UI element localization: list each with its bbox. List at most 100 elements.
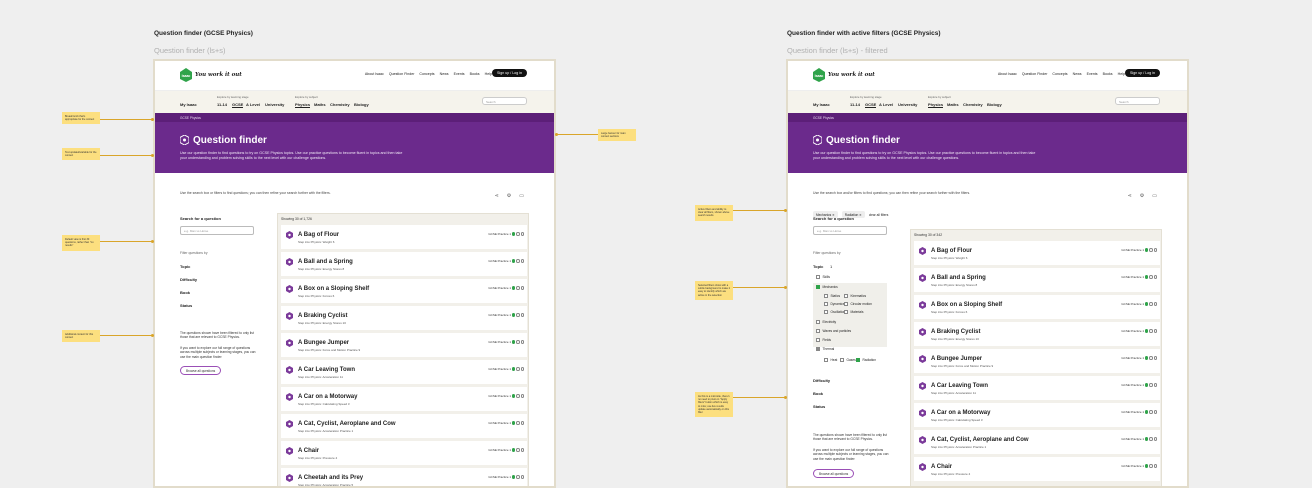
topic-option[interactable]: Materials: [844, 310, 863, 314]
clear-filters-link[interactable]: clear all filters: [869, 211, 889, 218]
question-title[interactable]: A Box on a Sloping Shelf: [931, 302, 1002, 308]
checkbox[interactable]: [844, 310, 848, 314]
question-card[interactable]: A Bungee Jumper Step into Physics: Force …: [281, 333, 527, 357]
nav-question-finder[interactable]: Question Finder: [389, 72, 415, 76]
nav-books[interactable]: Books: [470, 72, 480, 76]
question-card[interactable]: A Ball and a Spring Step into Physics: En…: [914, 268, 1160, 292]
breadcrumb[interactable]: GCSE Physics: [180, 116, 201, 120]
filter-book[interactable]: Book: [180, 290, 190, 295]
filter-status[interactable]: Status: [180, 303, 192, 308]
question-card[interactable]: A Bag of Flour Step into Physics: Weight …: [281, 225, 527, 249]
question-title[interactable]: A Cheetah and its Prey: [298, 475, 363, 481]
nav-events[interactable]: Events: [1087, 72, 1098, 76]
question-card[interactable]: A Bag of Flour Step into Physics: Weight …: [914, 241, 1160, 265]
breadcrumb[interactable]: GCSE Physics: [813, 116, 834, 120]
topic-option[interactable]: Kinematics: [844, 294, 866, 298]
share-icon[interactable]: ⋖: [1128, 193, 1132, 199]
checkbox[interactable]: [816, 329, 820, 333]
question-title[interactable]: A Braking Cyclist: [298, 313, 347, 319]
question-card[interactable]: A Car on a Motorway Step into Physics: Ca…: [914, 403, 1160, 427]
topic-option[interactable]: Statics: [824, 294, 840, 298]
checkbox[interactable]: [816, 347, 820, 351]
subject-biology[interactable]: Biology: [354, 102, 369, 107]
sign-in-button[interactable]: Sign up / Log in: [1125, 69, 1160, 77]
question-title[interactable]: A Cat, Cyclist, Aeroplane and Cow: [298, 421, 396, 427]
topic-option[interactable]: Thermal: [816, 347, 834, 351]
topic-option[interactable]: Gases: [840, 358, 856, 362]
question-card[interactable]: A Cat, Cyclist, Aeroplane and Cow Step in…: [914, 430, 1160, 454]
checkbox[interactable]: [824, 294, 828, 298]
question-title[interactable]: A Braking Cyclist: [931, 329, 980, 335]
question-card[interactable]: A Box on a Sloping Shelf Step into Physic…: [281, 279, 527, 303]
topic-option[interactable]: Radiation: [856, 358, 876, 362]
checkbox[interactable]: [816, 275, 820, 279]
browse-all-button[interactable]: Browse all questions: [813, 469, 855, 478]
filter-topic[interactable]: Topic: [813, 264, 823, 269]
question-title[interactable]: A Chair: [298, 448, 319, 454]
stage-university[interactable]: University: [898, 102, 917, 107]
question-card[interactable]: A Ball and a Spring Step into Physics: En…: [281, 252, 527, 276]
checkbox[interactable]: [844, 294, 848, 298]
stage-a-level[interactable]: A Level: [879, 102, 893, 107]
question-card[interactable]: A Cheetah and its Prey Step into Physics:…: [281, 468, 527, 486]
question-card[interactable]: A Car Leaving Town Step into Physics: Acc…: [281, 360, 527, 384]
question-card[interactable]: A Car on a Motorway Step into Physics: Ca…: [281, 387, 527, 411]
feedback-icon[interactable]: ▭: [1152, 193, 1157, 199]
nav-about[interactable]: About Isaac: [365, 72, 384, 76]
question-title[interactable]: A Bag of Flour: [298, 232, 339, 238]
nav-question-finder[interactable]: Question Finder: [1022, 72, 1048, 76]
topic-option[interactable]: Fields: [816, 338, 831, 342]
topic-option[interactable]: Dynamics: [824, 302, 845, 306]
nav-help[interactable]: Help: [1118, 72, 1125, 76]
isaac-logo-icon[interactable]: Isaac: [813, 68, 825, 82]
question-title[interactable]: A Chair: [931, 464, 952, 470]
checkbox[interactable]: [824, 302, 828, 306]
question-title[interactable]: A Car Leaving Town: [931, 383, 988, 389]
checkbox[interactable]: [816, 285, 820, 289]
question-card[interactable]: A Cat, Cyclist, Aeroplane and Cow Step in…: [281, 414, 527, 438]
filter-topic[interactable]: Topic: [180, 264, 190, 269]
nav-concepts[interactable]: Concepts: [419, 72, 434, 76]
subject-maths[interactable]: Maths: [314, 102, 326, 107]
filter-difficulty[interactable]: Difficulty: [813, 378, 830, 383]
topic-option[interactable]: Circular motion: [844, 302, 872, 306]
topic-option[interactable]: Electricity: [816, 320, 836, 324]
checkbox[interactable]: [824, 310, 828, 314]
stage-gcse[interactable]: GCSE: [232, 102, 244, 108]
nav-news[interactable]: News: [440, 72, 449, 76]
checkbox[interactable]: [840, 358, 844, 362]
question-search-input[interactable]: e.g. Man vs Horse: [813, 226, 887, 235]
checkbox[interactable]: [856, 358, 860, 362]
checkbox[interactable]: [844, 302, 848, 306]
question-search-input[interactable]: e.g. Man vs Horse: [180, 226, 254, 235]
nav-concepts[interactable]: Concepts: [1052, 72, 1067, 76]
nav-about[interactable]: About Isaac: [998, 72, 1017, 76]
question-title[interactable]: A Bungee Jumper: [931, 356, 982, 362]
question-card[interactable]: A Box on a Sloping Shelf Step into Physic…: [914, 295, 1160, 319]
question-title[interactable]: A Box on a Sloping Shelf: [298, 286, 369, 292]
question-title[interactable]: A Bungee Jumper: [298, 340, 349, 346]
nav-news[interactable]: News: [1073, 72, 1082, 76]
checkbox[interactable]: [824, 358, 828, 362]
print-icon[interactable]: ⚙: [1140, 193, 1144, 199]
question-card[interactable]: A Car Leaving Town Step into Physics: Acc…: [914, 376, 1160, 400]
stage-11-14[interactable]: 11-14: [850, 102, 860, 107]
sign-in-button[interactable]: Sign up / Log in: [492, 69, 527, 77]
stage-a-level[interactable]: A Level: [246, 102, 260, 107]
filter-book[interactable]: Book: [813, 391, 823, 396]
nav-events[interactable]: Events: [454, 72, 465, 76]
question-title[interactable]: A Car on a Motorway: [298, 394, 357, 400]
question-title[interactable]: A Car Leaving Town: [298, 367, 355, 373]
topic-option[interactable]: Mechanics: [816, 285, 838, 289]
question-title[interactable]: A Ball and a Spring: [298, 259, 353, 265]
my-isaac-link[interactable]: My Isaac: [813, 102, 830, 107]
question-card[interactable]: A Chair Step into Physics: Pressure 4 GCSE…: [914, 457, 1160, 481]
feedback-icon[interactable]: ▭: [519, 193, 524, 199]
nav-books[interactable]: Books: [1103, 72, 1113, 76]
nav-help[interactable]: Help: [485, 72, 492, 76]
share-icon[interactable]: ⋖: [495, 193, 499, 199]
question-title[interactable]: A Car on a Motorway: [931, 410, 990, 416]
checkbox[interactable]: [816, 320, 820, 324]
nav-search-input[interactable]: Search: [1115, 97, 1160, 105]
question-card[interactable]: A Chair Step into Physics: Pressure 4 GCSE…: [281, 441, 527, 465]
